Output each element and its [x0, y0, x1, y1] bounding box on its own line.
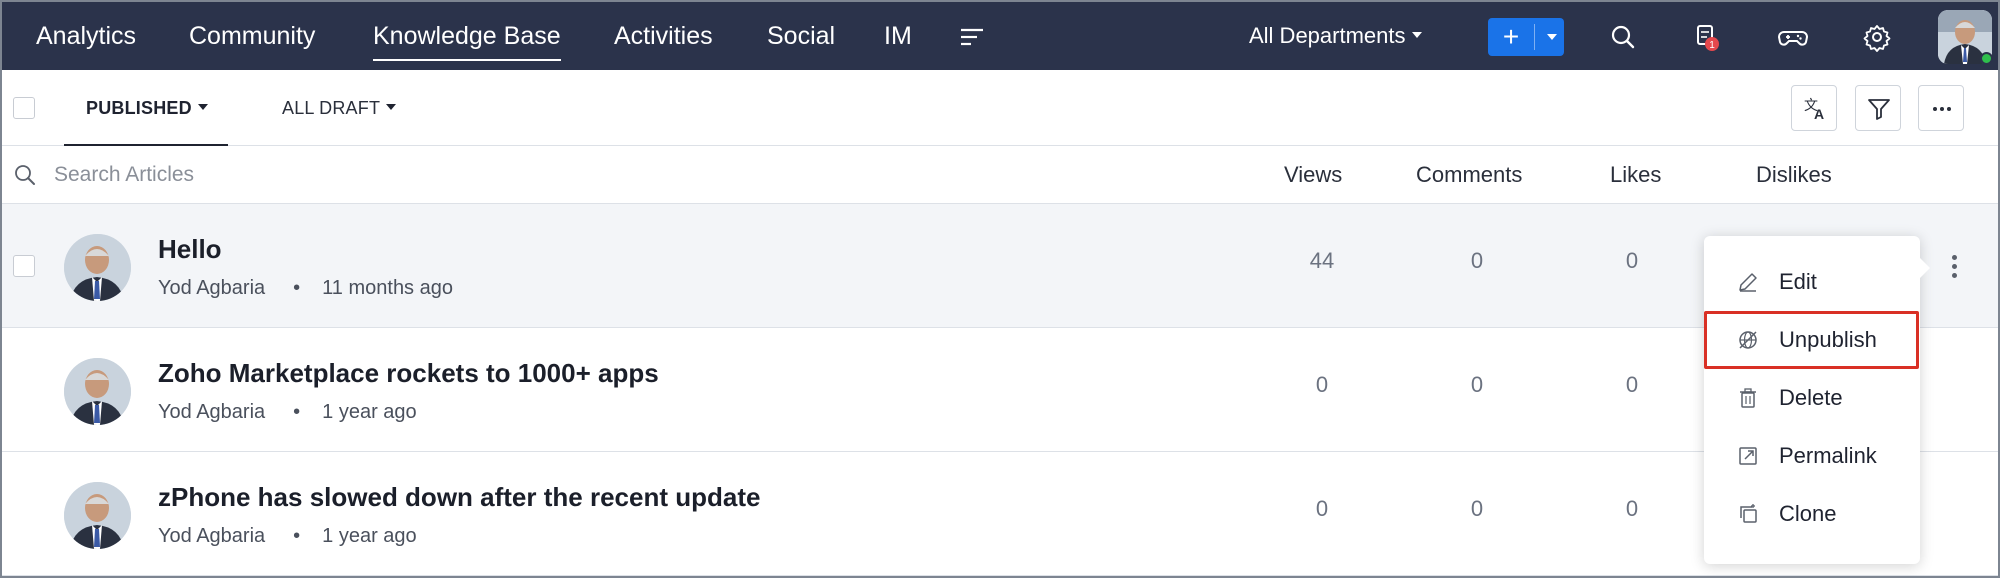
views-count: 0 — [1315, 496, 1329, 521]
notification-count: 1 — [1709, 40, 1715, 51]
search-icon[interactable] — [1606, 20, 1640, 54]
more-icon — [1933, 107, 1951, 111]
trash-icon — [1740, 388, 1756, 408]
column-header-likes[interactable]: Likes — [1610, 146, 1661, 204]
more-options-button[interactable] — [1918, 85, 1964, 131]
article-title[interactable]: Zoho Marketplace rockets to 1000+ apps — [158, 358, 659, 389]
tab-published-label: PUBLISHED — [86, 98, 192, 118]
comments-count: 0 — [1470, 496, 1484, 521]
row-actions-menu: Edit Unpublish Delete Permalink Clone — [1704, 236, 1930, 564]
article-toolbar: PUBLISHED ALL DRAFT 文A — [2, 70, 1998, 146]
add-button[interactable]: + — [1488, 18, 1564, 56]
nav-link-analytics[interactable]: Analytics — [36, 2, 136, 70]
meta-separator: • — [293, 277, 301, 299]
caret-down-icon — [386, 104, 397, 111]
caret-down-icon — [1411, 32, 1422, 39]
gear-icon[interactable] — [1860, 20, 1894, 54]
table-row[interactable]: zPhone has slowed down after the recent … — [2, 452, 1998, 576]
comments-count: 0 — [1470, 248, 1484, 273]
select-all-checkbox[interactable] — [13, 97, 35, 119]
article-author: Yod Agbaria — [158, 401, 266, 423]
menu-item-permalink[interactable]: Permalink — [1704, 427, 1920, 485]
filter-button[interactable] — [1855, 85, 1901, 131]
nav-link-social[interactable]: Social — [767, 2, 835, 70]
column-header-comments[interactable]: Comments — [1416, 146, 1522, 204]
menu-item-edit[interactable]: Edit — [1704, 253, 1920, 311]
table-header-row: Search Articles Views Comments Likes Dis… — [2, 146, 1998, 204]
caret-down-icon — [197, 104, 208, 111]
nav-link-knowledge-base[interactable]: Knowledge Base — [373, 2, 561, 70]
meta-separator: • — [293, 401, 301, 423]
menu-item-clone[interactable]: Clone — [1704, 485, 1920, 543]
nav-link-activities[interactable]: Activities — [614, 2, 713, 70]
views-count: 44 — [1309, 248, 1335, 273]
filter-icon — [1868, 99, 1890, 120]
more-menu-icon[interactable] — [958, 2, 986, 70]
notification-icon[interactable]: 1 — [1690, 20, 1724, 54]
top-navigation-bar: Analytics Community Knowledge Base Activ… — [2, 2, 1998, 70]
article-title[interactable]: zPhone has slowed down after the recent … — [158, 482, 760, 513]
likes-count: 0 — [1625, 372, 1639, 397]
article-author: Yod Agbaria — [158, 525, 266, 547]
author-avatar — [64, 234, 131, 301]
menu-item-label: Edit — [1779, 269, 1817, 294]
likes-count: 0 — [1625, 248, 1639, 273]
menu-item-label: Clone — [1779, 501, 1837, 526]
meta-separator: • — [293, 525, 301, 547]
row-actions-icon[interactable] — [1940, 250, 1968, 284]
nav-link-community[interactable]: Community — [189, 2, 315, 70]
column-header-dislikes[interactable]: Dislikes — [1756, 146, 1832, 204]
tab-all-draft[interactable]: ALL DRAFT — [282, 70, 397, 146]
menu-item-unpublish[interactable]: Unpublish — [1704, 311, 1920, 369]
article-meta: Yod Agbaria • 11 months ago — [158, 277, 453, 300]
views-count: 0 — [1315, 372, 1329, 397]
department-label: All Departments — [1249, 23, 1406, 48]
online-status-indicator — [1980, 52, 1993, 65]
plus-icon[interactable]: + — [1488, 18, 1534, 56]
article-meta: Yod Agbaria • 1 year ago — [158, 401, 417, 424]
search-icon — [12, 162, 38, 188]
search-articles-input[interactable]: Search Articles — [54, 146, 194, 204]
gamepad-icon[interactable] — [1776, 20, 1810, 54]
menu-item-delete[interactable]: Delete — [1704, 369, 1920, 427]
menu-item-label: Delete — [1779, 385, 1843, 410]
article-time: 1 year ago — [322, 525, 417, 547]
row-checkbox[interactable] — [13, 255, 35, 277]
article-author: Yod Agbaria — [158, 277, 266, 299]
column-header-views[interactable]: Views — [1284, 146, 1342, 204]
add-dropdown-toggle[interactable] — [1540, 18, 1564, 56]
comments-count: 0 — [1470, 372, 1484, 397]
article-title[interactable]: Hello — [158, 234, 222, 265]
external-link-icon — [1739, 447, 1757, 465]
unpublish-icon — [1739, 331, 1757, 349]
article-time: 11 months ago — [322, 277, 453, 299]
svg-text:A: A — [1814, 106, 1824, 122]
translate-icon: 文A — [1804, 98, 1824, 122]
app-window: Analytics Community Knowledge Base Activ… — [0, 0, 2000, 578]
author-avatar — [64, 358, 131, 425]
article-time: 1 year ago — [322, 401, 417, 423]
edit-icon — [1739, 273, 1757, 292]
tab-published[interactable]: PUBLISHED — [64, 70, 228, 146]
department-selector[interactable]: All Departments — [1249, 2, 1422, 70]
table-row[interactable]: Hello Yod Agbaria • 11 months ago 44 0 0 — [2, 204, 1998, 328]
clone-icon — [1740, 504, 1757, 523]
menu-item-label: Unpublish — [1779, 327, 1877, 352]
caret-down-icon — [1547, 34, 1557, 40]
menu-item-label: Permalink — [1779, 443, 1877, 468]
add-button-divider — [1534, 24, 1535, 50]
tab-all-draft-label: ALL DRAFT — [282, 98, 381, 118]
author-avatar — [64, 482, 131, 549]
translate-button[interactable]: 文A — [1791, 85, 1837, 131]
nav-link-im[interactable]: IM — [884, 2, 912, 70]
article-meta: Yod Agbaria • 1 year ago — [158, 525, 417, 548]
likes-count: 0 — [1625, 496, 1639, 521]
table-row[interactable]: Zoho Marketplace rockets to 1000+ apps Y… — [2, 328, 1998, 452]
